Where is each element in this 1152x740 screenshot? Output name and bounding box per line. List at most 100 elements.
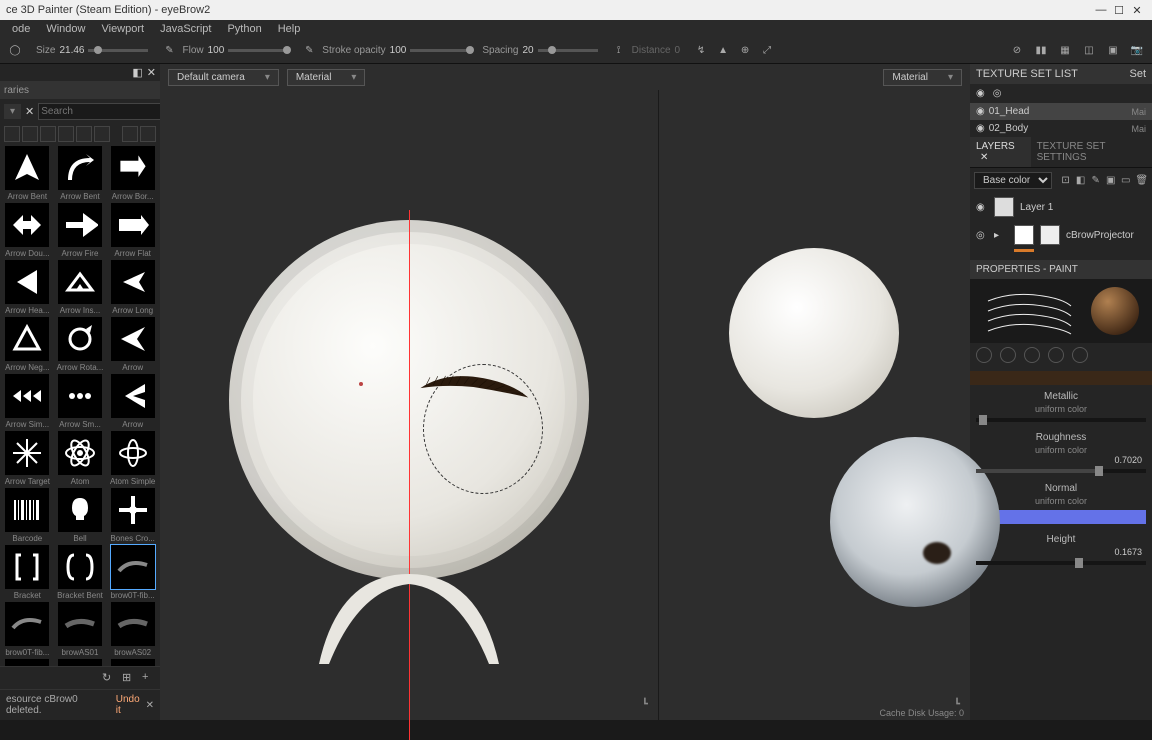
add-folder-icon[interactable]: ▭ [1120,173,1131,189]
menu-python[interactable]: Python [219,23,269,35]
menu-window[interactable]: Window [38,23,93,35]
search-input[interactable] [38,103,176,120]
add-layer-icon[interactable]: ✎ [1090,173,1101,189]
hide-icon[interactable]: ⊘ [1008,42,1026,60]
shelf-item[interactable]: Bracket [2,545,53,600]
blend-mode-select[interactable]: Base color [974,172,1052,189]
filter-material-icon[interactable] [4,126,20,142]
menu-javascript[interactable]: JavaScript [152,23,219,35]
shelf-item[interactable]: Arrow Target [2,431,53,486]
visibility-icon[interactable]: ◎ [976,230,988,241]
delete-layer-icon[interactable]: 🗑 [1135,173,1148,189]
shelf-item[interactable]: browAS01 [55,602,106,657]
opacity-slider[interactable] [410,49,470,52]
shelf-item[interactable]: Arrow Rota... [55,317,106,372]
view-list-icon[interactable] [140,126,156,142]
shelf-item[interactable]: browAS05 [55,659,106,666]
add-effect-icon[interactable]: ⊡ [1060,173,1071,189]
vr-icon[interactable]: ▣ [1104,42,1122,60]
channel-dropdown-a[interactable]: Material ▾ [287,69,366,86]
refresh-icon[interactable]: ↻ [102,671,116,685]
shelf-item[interactable]: Barcode [2,488,53,543]
shelf-item[interactable]: brow0T-fib... [2,602,53,657]
metallic-slider[interactable] [976,418,1146,422]
menu-help[interactable]: Help [270,23,309,35]
pin-icon[interactable]: ◧ [132,66,142,79]
shelf-item[interactable]: Atom Simple [107,431,158,486]
texture-set-item[interactable]: ◉ 02_Body Mai [970,120,1152,137]
filter-env-icon[interactable] [94,126,110,142]
shelf-item[interactable]: Arrow Bent [2,146,53,201]
visibility-icon[interactable]: ◉ [976,106,985,117]
shelf-item[interactable]: browAS02 [107,602,158,657]
layer-row[interactable]: ◎ ▸ cBrowProjector [970,221,1152,249]
size-slider[interactable] [88,49,148,52]
shelf-item[interactable]: brow0T-fib... [107,545,158,600]
clear-search-icon[interactable]: ✕ [25,105,34,118]
visibility-icon[interactable]: ◉ [976,202,988,213]
height-slider[interactable] [976,561,1146,565]
add-mask-icon[interactable]: ◧ [1075,173,1086,189]
shelf-item[interactable]: Arrow Dou... [2,203,53,258]
settings-link[interactable]: Set [1129,68,1146,80]
undo-link[interactable]: Undo it [116,694,146,716]
shelf-item[interactable]: Arrow Fire [55,203,106,258]
shelf-item[interactable]: Arrow Sm... [55,374,106,429]
filter-texture-icon[interactable] [58,126,74,142]
texture-set-item[interactable]: ◉ 01_Head Mai [970,103,1152,120]
shelf-item[interactable]: Arrow Bor... [107,146,158,201]
camera-icon[interactable]: 📷 [1128,42,1146,60]
flow-slider[interactable] [228,49,288,52]
tab-texture-settings[interactable]: TEXTURE SET SETTINGS [1031,137,1152,167]
hide-all-icon[interactable]: ◎ [993,88,1002,99]
shelf-item[interactable]: Arrow Neg... [2,317,53,372]
show-all-icon[interactable]: ◉ [976,88,985,99]
shelf-item[interactable]: Bell [55,488,106,543]
anchor-icon[interactable]: ⟟ [610,42,628,60]
status-close-icon[interactable]: ✕ [146,700,154,711]
channel-height-icon[interactable] [1000,347,1016,363]
channel-metal-icon[interactable] [1048,347,1064,363]
shelf-item[interactable]: Bracket Bent [55,545,106,600]
channel-dropdown-b[interactable]: Material ▾ [883,69,962,86]
shelf-item[interactable]: Arrow Bent [55,146,106,201]
filter-brush-icon[interactable] [76,126,92,142]
add-icon[interactable]: + [142,671,156,685]
close-button[interactable]: ✕ [1128,4,1146,17]
view-grid-icon[interactable] [122,126,138,142]
pause-icon[interactable]: ▮▮ [1032,42,1050,60]
perspective-icon[interactable]: ▦ [1056,42,1074,60]
roughness-slider[interactable] [976,469,1146,473]
main-viewport[interactable]: ┗ [160,90,658,720]
add-fill-icon[interactable]: ▣ [1105,173,1116,189]
shelf-item[interactable]: browAS06 [107,659,158,666]
shelf-item[interactable]: Bones Cro... [107,488,158,543]
filter-smart-icon[interactable] [22,126,38,142]
menu-mode[interactable]: ode [4,23,38,35]
shelf-item[interactable]: Arrow Flat [107,203,158,258]
symmetry-icon[interactable]: ▲ [714,42,732,60]
channel-color-icon[interactable] [976,347,992,363]
globe-icon[interactable]: ⊕ [736,42,754,60]
channel-rough-icon[interactable] [1024,347,1040,363]
filter-alpha-icon[interactable] [40,126,56,142]
close-icon[interactable]: ✕ [980,152,988,163]
tab-layers[interactable]: LAYERS ✕ [970,137,1031,167]
visibility-icon[interactable]: ◉ [976,123,985,134]
pressure-flow-icon[interactable]: ✎ [300,42,318,60]
shelf-item[interactable]: browAS04 [2,659,53,666]
spacing-slider[interactable] [538,49,598,52]
shelf-item[interactable]: Arrow Sim... [2,374,53,429]
shelf-item[interactable]: Arrow [107,374,158,429]
shelf-item[interactable]: Arrow Long [107,260,158,315]
layer-row[interactable]: ◉ Layer 1 [970,193,1152,221]
import-icon[interactable]: ⊞ [122,671,136,685]
shelf-item[interactable]: Arrow Ins... [55,260,106,315]
base-color-swatch[interactable] [970,371,1152,385]
channel-normal-icon[interactable] [1072,347,1088,363]
maximize-button[interactable]: ☐ [1110,4,1128,17]
normal-color-swatch[interactable] [976,510,1146,524]
pressure-size-icon[interactable]: ✎ [160,42,178,60]
shelf-item[interactable]: Arrow [107,317,158,372]
display-icon[interactable]: ◫ [1080,42,1098,60]
